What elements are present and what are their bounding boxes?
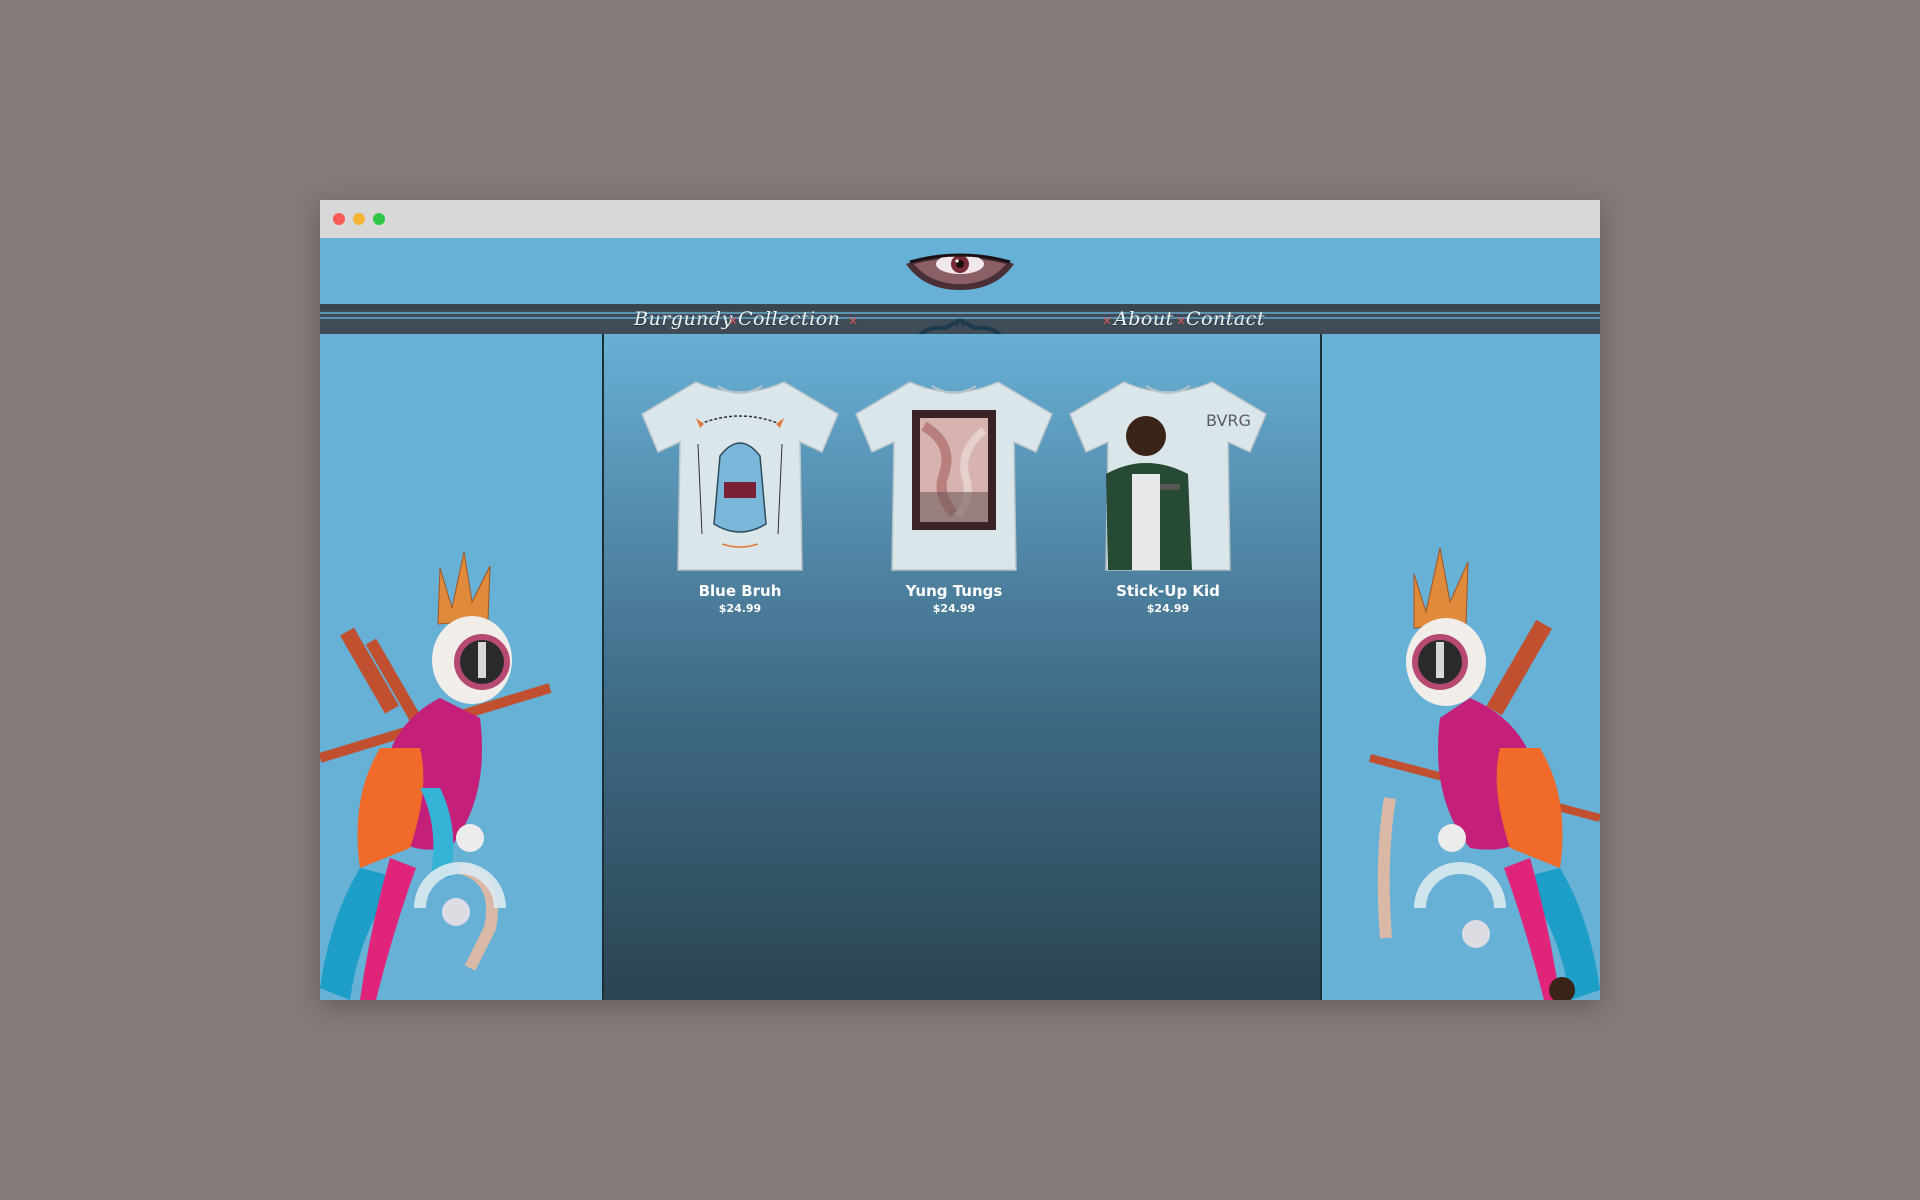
- close-window-button[interactable]: [333, 213, 345, 225]
- product-price: $24.99: [932, 602, 976, 615]
- minimize-window-button[interactable]: [353, 213, 365, 225]
- browser-window: Burgundy ✕ Collection ✕ ✕ About ✕ Contac…: [320, 200, 1600, 1000]
- close-icon: ✕: [1102, 314, 1113, 328]
- shirt-print-text: BVRG: [1206, 411, 1251, 430]
- website-page: Burgundy ✕ Collection ✕ ✕ About ✕ Contac…: [320, 238, 1600, 1000]
- tshirt-image: [641, 381, 839, 571]
- close-icon: ✕: [1176, 314, 1187, 328]
- product-price: $24.99: [718, 602, 762, 615]
- nav-link-burgundy[interactable]: Burgundy: [634, 308, 733, 330]
- portrait-illustration: [1549, 977, 1575, 1000]
- product-name[interactable]: Stick-Up Kid: [1068, 582, 1268, 600]
- product-card[interactable]: Yung Tungs $24.99: [854, 374, 1054, 615]
- parrot-illustration: [320, 551, 552, 1000]
- eye-logo-icon[interactable]: [904, 250, 1016, 292]
- tshirt-image: [855, 381, 1053, 571]
- product-price: $24.99: [1146, 602, 1190, 615]
- collection-panel: Blue Bruh $24.99 Yung Tungs $24.99 BVRG …: [602, 334, 1322, 1000]
- close-icon: ✕: [728, 314, 739, 328]
- nav-link-collection[interactable]: Collection: [738, 308, 840, 330]
- product-name[interactable]: Blue Bruh: [640, 582, 840, 600]
- parrot-illustration: [1368, 547, 1600, 1000]
- product-card[interactable]: Blue Bruh $24.99: [640, 374, 840, 615]
- nav-link-about[interactable]: About: [1114, 308, 1174, 330]
- window-titlebar: [320, 200, 1600, 239]
- nav-link-contact[interactable]: Contact: [1186, 308, 1265, 330]
- close-icon: ✕: [848, 314, 859, 328]
- product-name[interactable]: Yung Tungs: [854, 582, 1054, 600]
- maximize-window-button[interactable]: [373, 213, 385, 225]
- tshirt-image: BVRG: [1069, 381, 1267, 571]
- product-card[interactable]: BVRG Stick-Up Kid $24.99: [1068, 374, 1268, 615]
